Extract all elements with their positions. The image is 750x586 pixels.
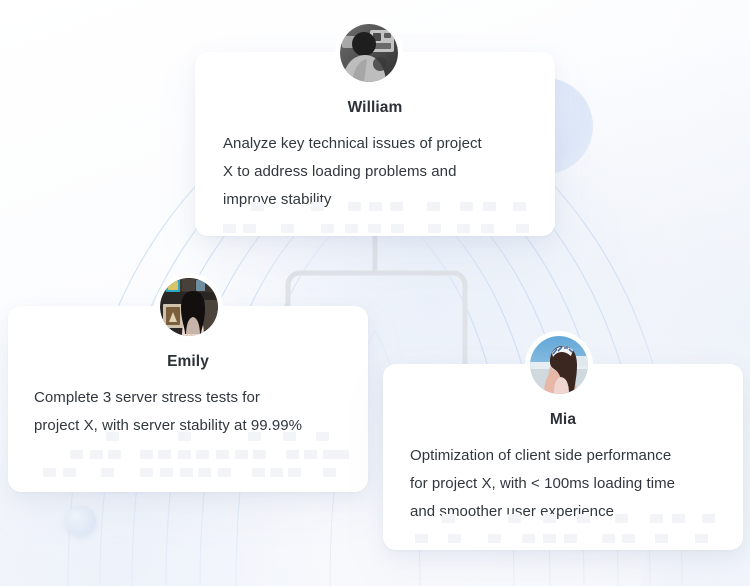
person-name: Mia <box>549 411 577 428</box>
task-card-emily[interactable]: Emily Complete 3 server stress tests for… <box>8 278 368 492</box>
emily-avatar <box>160 278 218 336</box>
task-card-mia[interactable]: Mia Optimization of client side performa… <box>383 336 743 550</box>
mia-avatar <box>530 336 588 394</box>
text-skeleton-placeholder <box>223 202 531 236</box>
william-avatar <box>340 24 398 82</box>
text-skeleton-placeholder <box>38 432 349 478</box>
text-skeleton-placeholder <box>410 514 718 548</box>
emily-avatar-image <box>160 278 218 336</box>
scene-canvas: William Analyze key technical issues of … <box>0 0 750 586</box>
person-name: William <box>347 99 403 116</box>
task-card-william[interactable]: William Analyze key technical issues of … <box>195 24 555 236</box>
mia-avatar-image <box>530 336 588 394</box>
person-name: Emily <box>167 353 209 370</box>
william-avatar-image <box>340 24 398 82</box>
